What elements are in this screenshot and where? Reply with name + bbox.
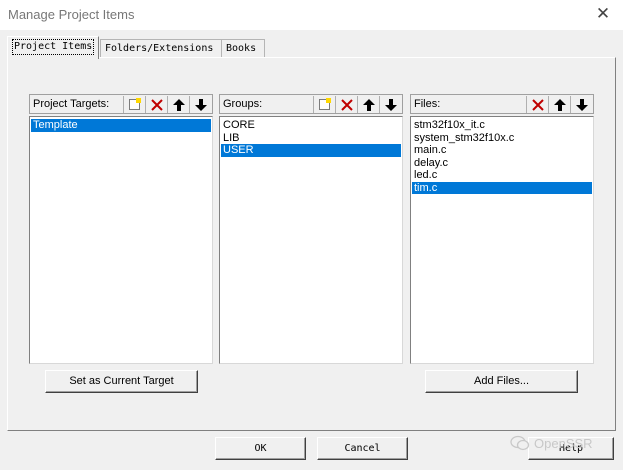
set-current-target-button[interactable]: Set as Current Target [45, 370, 198, 393]
watermark: OpenSSR [510, 433, 593, 453]
delete-icon [340, 98, 353, 111]
project-targets-list[interactable]: Template [29, 116, 213, 364]
move-down-icon [575, 98, 588, 111]
list-item[interactable]: system_stm32f10x.c [412, 132, 592, 145]
move-group-down-button[interactable] [379, 96, 401, 113]
move-group-up-button[interactable] [357, 96, 379, 113]
ok-button[interactable]: OK [215, 437, 306, 460]
groups-toolbar [313, 96, 401, 113]
move-file-up-button[interactable] [548, 96, 570, 113]
title-bar: Manage Project Items ✕ [0, 0, 623, 30]
list-item[interactable]: led.c [412, 169, 592, 182]
move-down-icon [384, 98, 397, 111]
files-header: Files: [410, 94, 594, 114]
delete-icon [531, 98, 544, 111]
add-files-button[interactable]: Add Files... [425, 370, 578, 393]
tab-label: Folders/Extensions [105, 43, 214, 54]
project-targets-label: Project Targets: [33, 98, 110, 110]
project-targets-toolbar [123, 96, 211, 113]
tab-books[interactable]: Books [221, 39, 265, 57]
list-item[interactable]: stm32f10x_it.c [412, 119, 592, 132]
tab-label: Project Items [12, 39, 95, 55]
files-label: Files: [414, 98, 441, 110]
groups-label: Groups: [223, 98, 263, 110]
groups-header: Groups: [219, 94, 403, 114]
delete-icon [150, 98, 163, 111]
move-file-down-button[interactable] [570, 96, 592, 113]
list-item[interactable]: CORE [221, 119, 401, 132]
tab-label: Books [226, 43, 257, 54]
tab-project-items[interactable]: Project Items [7, 36, 99, 59]
move-target-down-button[interactable] [189, 96, 211, 113]
list-item[interactable]: delay.c [412, 157, 592, 170]
files-box: Files: stm32f10x_it.c system_stm32f10x.c… [410, 94, 594, 364]
cancel-button[interactable]: Cancel [317, 437, 408, 460]
move-up-icon [172, 98, 185, 111]
close-icon[interactable]: ✕ [593, 4, 613, 24]
chat-bubble-icon [510, 435, 530, 451]
list-item[interactable]: Template [31, 119, 211, 132]
watermark-text: OpenSSR [534, 435, 593, 451]
delete-target-button[interactable] [145, 96, 167, 113]
delete-file-button[interactable] [526, 96, 548, 113]
new-target-button[interactable] [123, 96, 145, 113]
tab-folders-extensions[interactable]: Folders/Extensions [100, 39, 222, 57]
groups-box: Groups: CORE LIB USER [219, 94, 403, 364]
move-down-icon [194, 98, 207, 111]
project-targets-header: Project Targets: [29, 94, 213, 114]
list-item[interactable]: main.c [412, 144, 592, 157]
list-item[interactable]: tim.c [412, 181, 592, 194]
new-group-button[interactable] [313, 96, 335, 113]
groups-list[interactable]: CORE LIB USER [219, 116, 403, 364]
move-up-icon [553, 98, 566, 111]
new-icon [129, 98, 141, 110]
move-target-up-button[interactable] [167, 96, 189, 113]
window-title: Manage Project Items [8, 7, 135, 22]
move-up-icon [362, 98, 375, 111]
new-icon [319, 98, 331, 110]
delete-group-button[interactable] [335, 96, 357, 113]
files-list[interactable]: stm32f10x_it.c system_stm32f10x.c main.c… [410, 116, 594, 364]
project-targets-box: Project Targets: Template [29, 94, 213, 364]
list-item[interactable]: USER [221, 144, 401, 157]
list-item[interactable]: LIB [221, 132, 401, 145]
files-toolbar [526, 96, 592, 113]
